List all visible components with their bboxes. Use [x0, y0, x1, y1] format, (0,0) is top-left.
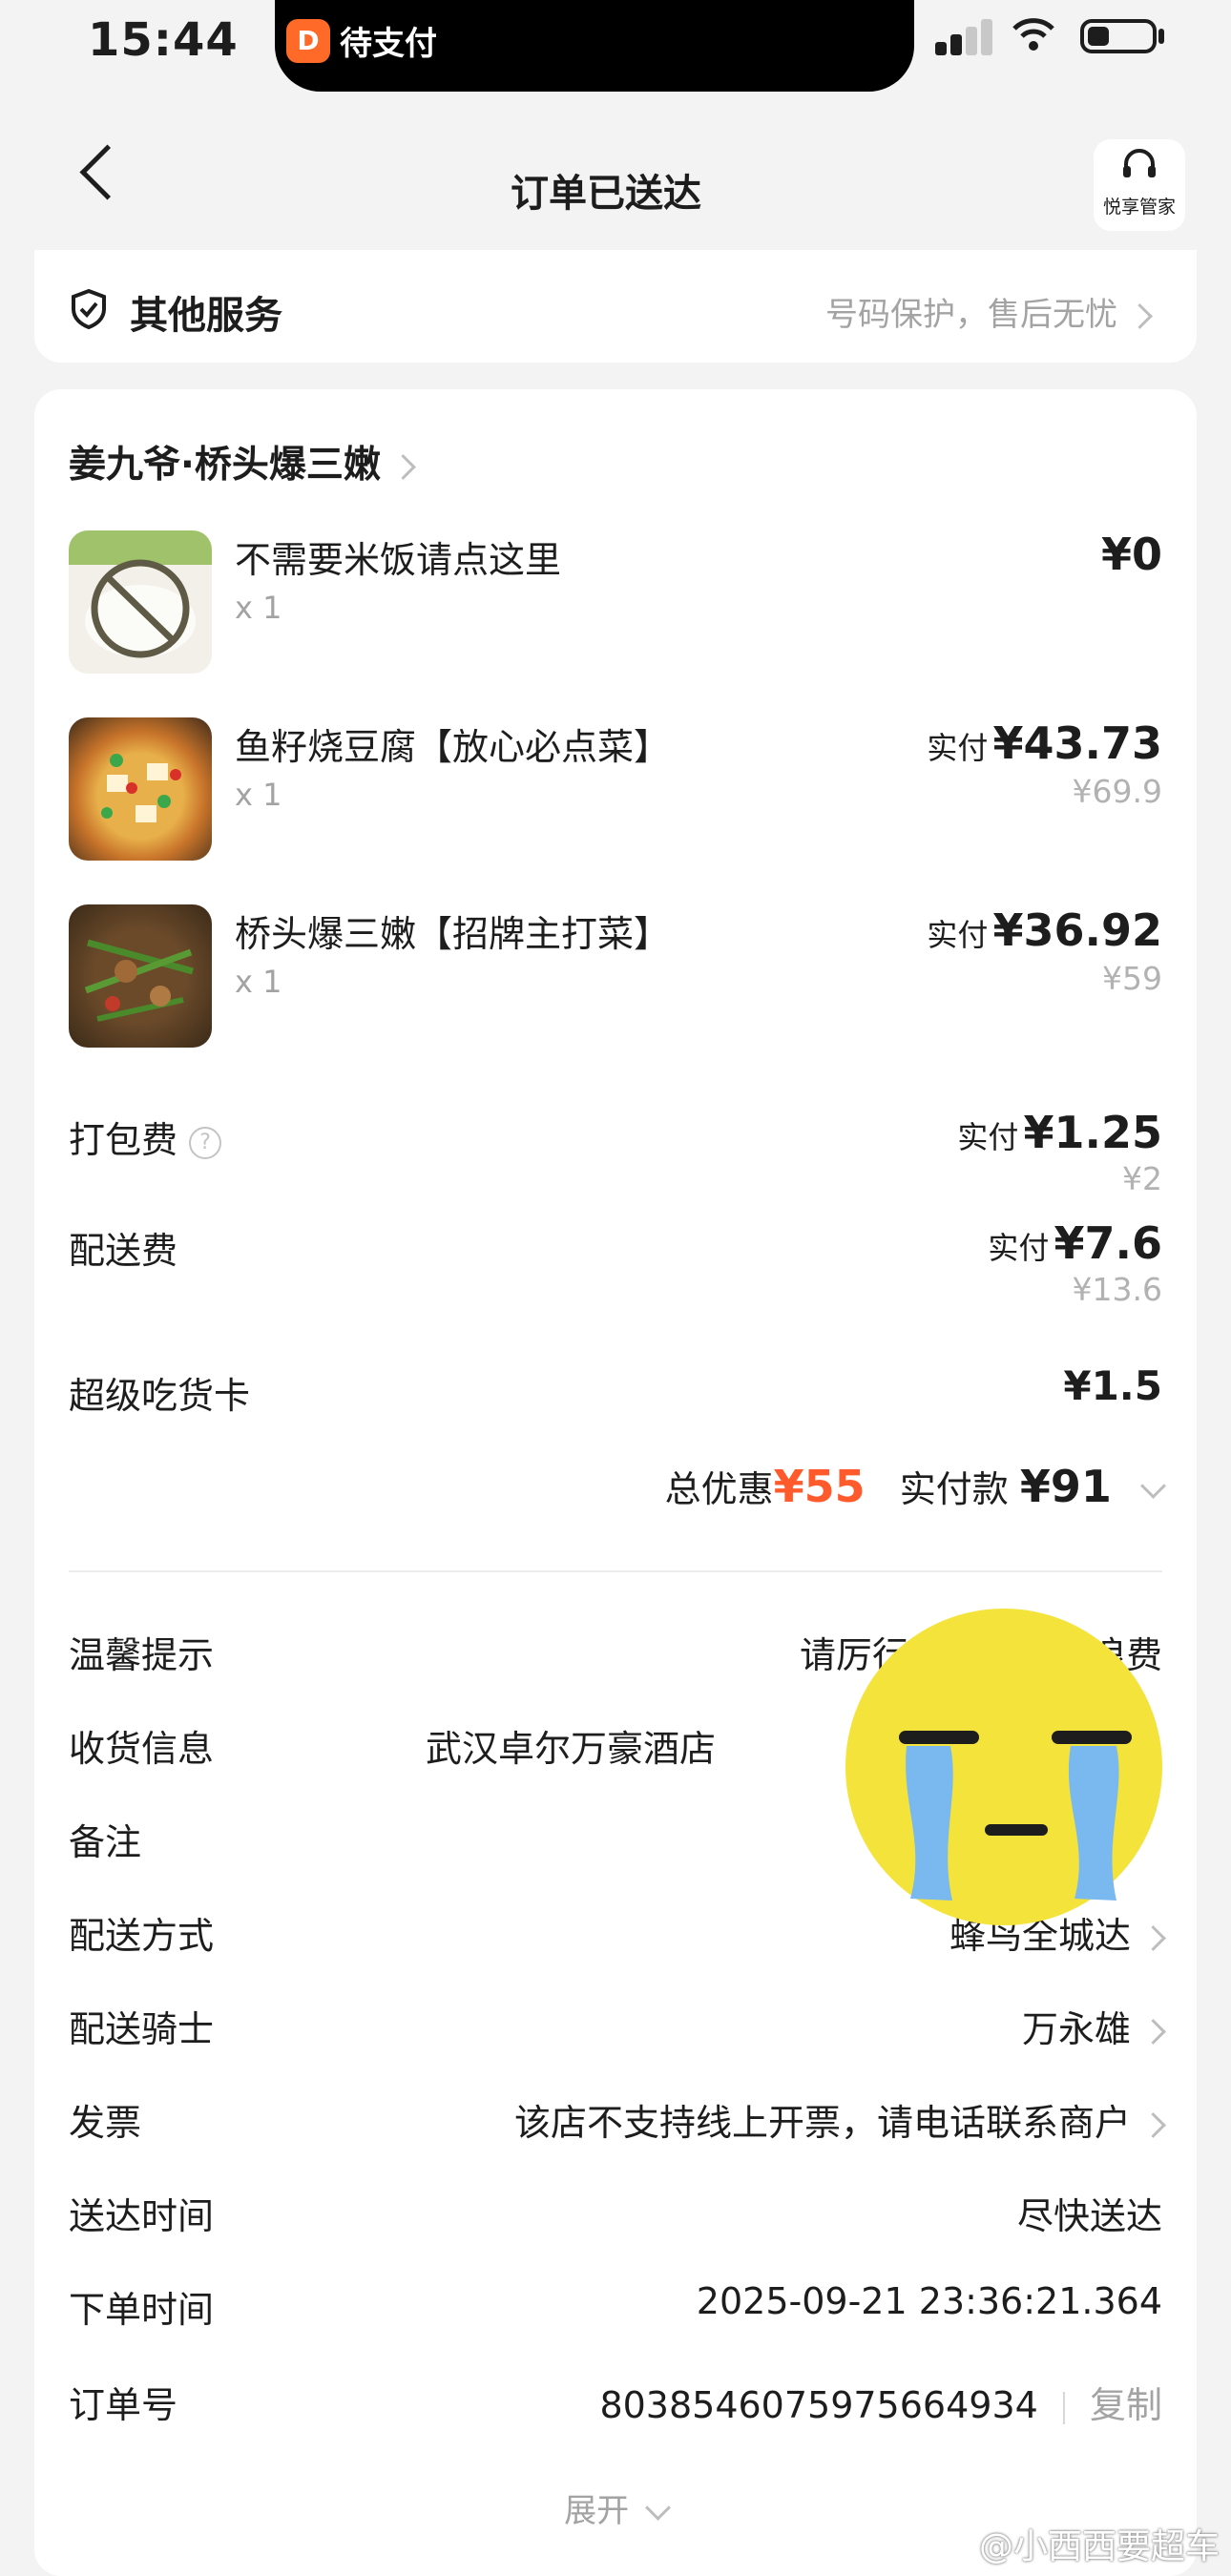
order-id-row: 8038546075975664934 复制: [599, 2376, 1162, 2428]
order-id-label: 订单号: [69, 2384, 178, 2426]
signal-icon: [935, 17, 994, 55]
delivery-time-value: 尽快送达: [1016, 2195, 1162, 2237]
item-original-price: ¥59: [1102, 960, 1162, 997]
packing-fee-price: 实付 ¥1.25: [957, 1107, 1162, 1158]
item-price: ¥43.73: [992, 717, 1162, 769]
help-icon[interactable]: ?: [189, 1126, 222, 1159]
delivery-time-label: 送达时间: [69, 2195, 215, 2237]
battery-icon: [1080, 19, 1157, 53]
item-qty: x 1: [235, 777, 282, 813]
order-summary[interactable]: 总优惠¥55 实付款 ¥91: [664, 1460, 1166, 1512]
note-label: 备注: [69, 1821, 142, 1863]
item-thumb-stirfry: [69, 904, 212, 1048]
butler-button[interactable]: 悦享管家: [1094, 139, 1185, 231]
tip-label: 温馨提示: [69, 1634, 215, 1676]
item-name: 鱼籽烧豆腐【放心必点菜】: [235, 726, 671, 768]
super-card-label: 超级吃货卡: [69, 1375, 251, 1417]
order-id-value: 8038546075975664934: [599, 2384, 1038, 2426]
island-status-text: 待支付: [340, 25, 437, 63]
separator: [1062, 2391, 1065, 2424]
rider-label: 配送骑士: [69, 2008, 215, 2050]
packing-fee-label: 打包费 ?: [69, 1111, 222, 1163]
paid-label: 实付: [927, 730, 989, 766]
item-name: 桥头爆三嫩【招牌主打菜】: [235, 913, 671, 955]
delivery-fee-label: 配送费: [69, 1230, 178, 1272]
total-amount: ¥91: [1019, 1461, 1112, 1512]
paid-label: 实付: [927, 917, 989, 953]
app-icon: D: [286, 19, 330, 63]
item-price-row: 实付 ¥36.92: [927, 904, 1162, 956]
chevron-down-icon: [644, 2495, 671, 2521]
invoice-label: 发票: [69, 2102, 142, 2144]
item-price: ¥36.92: [992, 904, 1162, 956]
discount-label: 总优惠: [664, 1468, 774, 1510]
item-name: 不需要米饭请点这里: [235, 539, 562, 581]
status-time: 15:44: [88, 13, 239, 67]
watermark: @小西西要超车: [978, 2527, 1220, 2566]
chevron-right-icon: [389, 454, 416, 480]
butler-label: 悦享管家: [1102, 197, 1176, 218]
total-label: 实付款: [899, 1468, 1009, 1510]
item-original-price: ¥69.9: [1072, 773, 1162, 810]
item-price-row: 实付 ¥43.73: [927, 717, 1162, 769]
rider-value[interactable]: 万永雄: [1022, 2000, 1166, 2052]
delivery-fee-original: ¥13.6: [1072, 1271, 1162, 1308]
order-time-label: 下单时间: [69, 2289, 215, 2331]
item-qty: x 1: [235, 964, 282, 1000]
crying-face-sticker: [840, 1603, 1168, 1931]
copy-button[interactable]: 复制: [1090, 2384, 1162, 2426]
chevron-right-icon: [1127, 303, 1153, 329]
invoice-value[interactable]: 该店不支持线上开票，请电话联系商户: [514, 2093, 1166, 2146]
item-thumb-no-rice: [69, 530, 212, 674]
battery-tip: [1158, 29, 1164, 44]
item-qty: x 1: [235, 590, 282, 626]
address-value: 武汉卓尔万豪酒店: [426, 1728, 717, 1770]
delivery-fee-price: 实付 ¥7.6: [988, 1217, 1162, 1269]
shop-name[interactable]: 姜九爷·桥头爆三嫩: [69, 435, 416, 488]
shield-check-icon: [69, 288, 109, 334]
wifi-icon: [1012, 17, 1055, 61]
page-title: 订单已送达: [511, 172, 701, 216]
chevron-right-icon: [1140, 2112, 1166, 2138]
super-card-price: ¥1.5: [1063, 1362, 1162, 1409]
headset-icon: [1094, 147, 1185, 194]
service-label: 其他服务: [130, 294, 282, 338]
discount-amount: ¥55: [773, 1461, 866, 1512]
service-desc: 号码保护，售后无忧: [825, 288, 1153, 335]
chevron-right-icon: [1140, 2019, 1166, 2045]
delivery-method-label: 配送方式: [69, 1915, 215, 1957]
item-price: ¥0: [1100, 529, 1162, 580]
order-time-value: 2025-09-21 23:36:21.364: [696, 2280, 1162, 2322]
chevron-down-icon: [1140, 1473, 1166, 1499]
divider: [69, 1570, 1162, 1572]
packing-fee-original: ¥2: [1122, 1160, 1162, 1197]
item-thumb-tofu: [69, 717, 212, 861]
address-label: 收货信息: [69, 1728, 215, 1770]
